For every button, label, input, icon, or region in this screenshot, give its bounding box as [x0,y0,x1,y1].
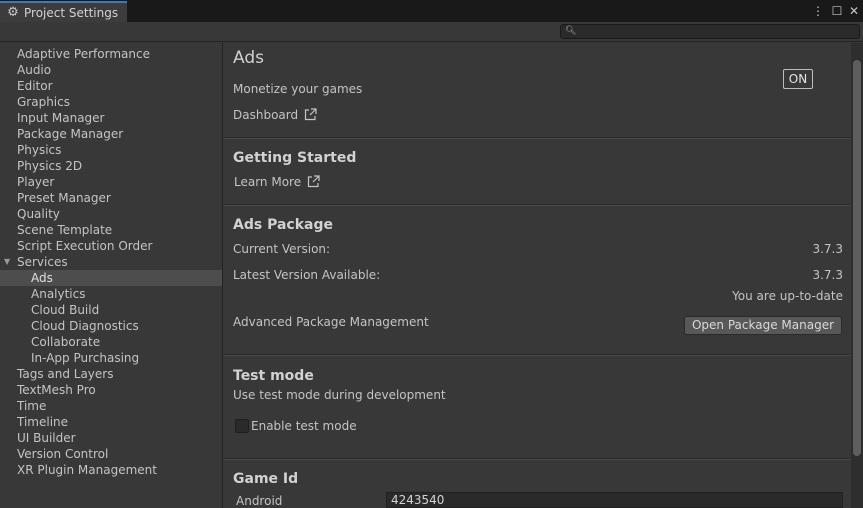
sidebar-item-editor[interactable]: Editor [0,78,222,94]
current-version-label: Current Version: [233,242,331,256]
gear-icon: ⚙ [7,4,19,20]
learn-more-label: Learn More [234,175,302,189]
section-divider [224,137,851,139]
getting-started-title: Getting Started [233,150,357,166]
sidebar-item-timeline[interactable]: Timeline [0,414,222,430]
sidebar-item-label: Analytics [31,287,86,301]
sidebar-item-time[interactable]: Time [0,398,222,414]
sidebar-item-scene-template[interactable]: Scene Template [0,222,222,238]
settings-sidebar: Adaptive Performance Audio Editor Graphics I… [0,43,223,508]
search-box[interactable]: 🔍︎ [560,24,860,39]
test-mode-title: Test mode [233,368,314,384]
sidebar-item-in-app-purchasing[interactable]: In-App Purchasing [0,350,222,366]
enable-test-mode-checkbox[interactable] [235,419,249,433]
search-icon: 🔍︎ [565,26,577,36]
test-mode-description: Use test mode during development [233,388,446,402]
sidebar-item-adaptive-performance[interactable]: Adaptive Performance [0,46,222,62]
sidebar-item-analytics[interactable]: Analytics [0,286,222,302]
sidebar-item-audio[interactable]: Audio [0,62,222,78]
sidebar-item-label: Script Execution Order [17,239,153,253]
sidebar-item-label: Timeline [17,415,69,429]
sidebar-item-script-execution-order[interactable]: Script Execution Order [0,238,222,254]
tab-title: Project Settings [24,5,119,20]
sidebar-item-services[interactable]: ▼ Services [0,254,222,270]
sidebar-item-label: UI Builder [17,431,76,445]
dashboard-link[interactable]: Dashboard [233,108,317,122]
sidebar-item-input-manager[interactable]: Input Manager [0,110,222,126]
sidebar-item-package-manager[interactable]: Package Manager [0,126,222,142]
sidebar-item-label: Ads [31,271,53,285]
section-divider [224,458,851,460]
sidebar-item-label: Collaborate [31,335,101,349]
sidebar-item-label: Physics 2D [17,159,83,173]
settings-content: Ads Monetize your games ON Dashboard Get… [224,43,851,508]
sidebar-item-textmesh-pro[interactable]: TextMesh Pro [0,382,222,398]
sidebar-item-label: Graphics [17,95,70,109]
external-link-icon [305,108,317,121]
advanced-package-management-label: Advanced Package Management [233,315,429,329]
sidebar-item-label: Version Control [17,447,109,461]
window-menu-icon[interactable]: ⋮ [812,3,824,19]
external-link-icon [308,175,320,188]
ads-subtitle: Monetize your games [233,82,363,96]
sidebar-item-ads[interactable]: Ads [0,270,222,286]
tab-project-settings[interactable]: ⚙ Project Settings [0,1,127,22]
sidebar-item-cloud-diagnostics[interactable]: Cloud Diagnostics [0,318,222,334]
sidebar-item-quality[interactable]: Quality [0,206,222,222]
sidebar-item-label: Adaptive Performance [17,47,150,61]
latest-version-value: 3.7.3 [812,268,843,282]
sidebar-item-label: XR Plugin Management [17,463,157,477]
sidebar-item-label: Cloud Build [31,303,100,317]
sidebar-item-graphics[interactable]: Graphics [0,94,222,110]
sidebar-item-label: Quality [17,207,60,221]
sidebar-item-preset-manager[interactable]: Preset Manager [0,190,222,206]
android-game-id-field[interactable]: 4243540 [386,492,843,508]
sidebar-item-label: In-App Purchasing [31,351,140,365]
sidebar-item-ui-builder[interactable]: UI Builder [0,430,222,446]
latest-version-label: Latest Version Available: [233,268,381,282]
sidebar-item-physics-2d[interactable]: Physics 2D [0,158,222,174]
window-titlebar: ⚙ Project Settings ⋮ ☐ ✕ [0,0,863,22]
android-label: Android [236,494,283,508]
sidebar-item-label: Audio [17,63,52,77]
section-divider [224,204,851,206]
close-icon[interactable]: ✕ [847,3,861,19]
expand-caret-icon[interactable]: ▼ [4,254,10,270]
open-package-manager-button[interactable]: Open Package Manager [684,316,842,335]
sidebar-item-label: Cloud Diagnostics [31,319,139,333]
sidebar-item-label: Player [17,175,55,189]
sidebar-item-tags-and-layers[interactable]: Tags and Layers [0,366,222,382]
game-id-title: Game Id [233,471,299,487]
current-version-value: 3.7.3 [812,242,843,256]
page-title: Ads [233,48,264,68]
learn-more-link[interactable]: Learn More [234,175,320,189]
vertical-scrollbar[interactable] [851,43,863,508]
sidebar-item-collaborate[interactable]: Collaborate [0,334,222,350]
sidebar-item-label: Time [17,399,47,413]
sidebar-item-label: TextMesh Pro [17,383,96,397]
sidebar-item-label: Input Manager [17,111,105,125]
up-to-date-status: You are up-to-date [732,289,843,303]
dashboard-link-label: Dashboard [233,108,299,122]
toolbar: 🔍︎ [0,22,863,42]
sidebar-item-cloud-build[interactable]: Cloud Build [0,302,222,318]
sidebar-item-player[interactable]: Player [0,174,222,190]
sidebar-item-label: Services [17,255,68,269]
sidebar-item-label: Preset Manager [17,191,111,205]
section-divider [224,354,851,356]
scrollbar-thumb[interactable] [853,60,861,456]
sidebar-item-label: Package Manager [17,127,124,141]
maximize-icon[interactable]: ☐ [830,3,844,19]
ads-package-title: Ads Package [233,217,333,233]
enable-test-mode-label[interactable]: Enable test mode [251,419,357,433]
sidebar-item-xr-plugin-management[interactable]: XR Plugin Management [0,462,222,478]
sidebar-item-label: Physics [17,143,62,157]
sidebar-item-label: Tags and Layers [17,367,114,381]
search-input[interactable] [577,25,855,38]
ads-service-toggle[interactable]: ON [783,69,813,89]
sidebar-item-version-control[interactable]: Version Control [0,446,222,462]
sidebar-item-physics[interactable]: Physics [0,142,222,158]
sidebar-item-label: Editor [17,79,53,93]
sidebar-item-label: Scene Template [17,223,113,237]
